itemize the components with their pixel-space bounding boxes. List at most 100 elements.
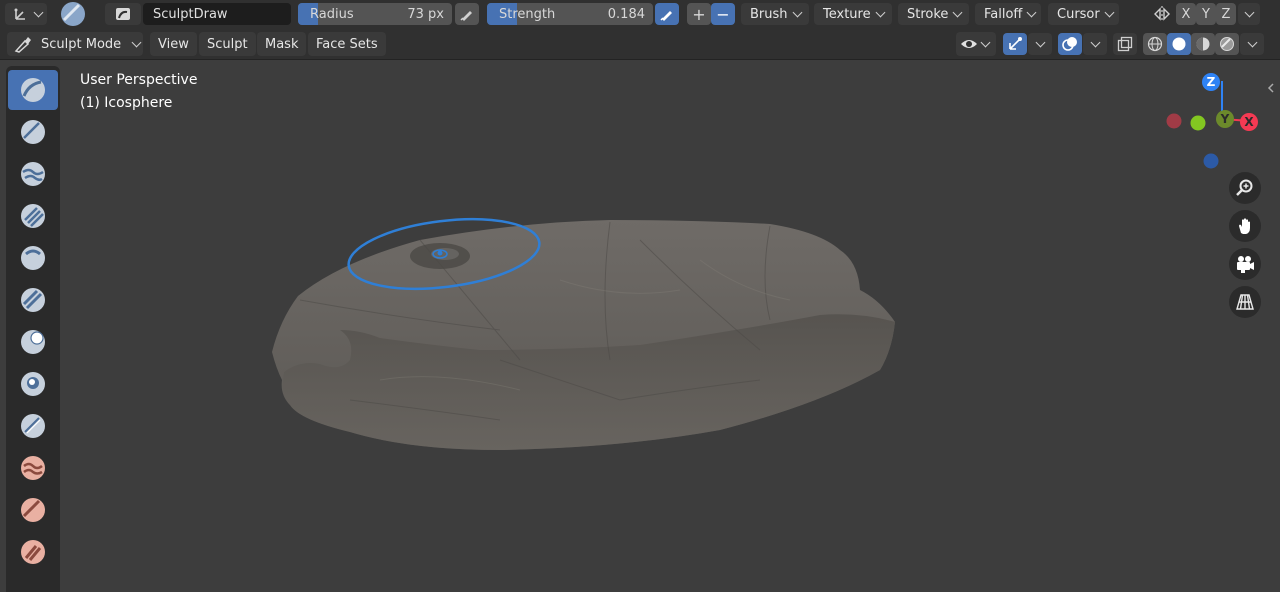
navigation-gizmo[interactable]: Z Y X: [1160, 69, 1260, 179]
perspective-toggle-button[interactable]: [1229, 286, 1261, 318]
shading-solid-button[interactable]: [1167, 33, 1191, 55]
direction-subtract-button[interactable]: −: [711, 3, 735, 25]
zoom-button[interactable]: [1229, 172, 1261, 204]
pen-pressure-icon: [660, 11, 672, 21]
stroke-menu-label: Stroke: [907, 6, 949, 22]
solid-sphere-icon: [1172, 37, 1186, 51]
symmetry-x-toggle[interactable]: X: [1176, 3, 1196, 25]
mode-selector[interactable]: Sculpt Mode: [7, 32, 143, 56]
mode-label: Sculpt Mode: [41, 36, 122, 52]
subtract-symbol: −: [716, 4, 730, 24]
grid-perspective-icon: [1236, 294, 1254, 310]
sidebar-toggle-arrow[interactable]: [1264, 81, 1278, 95]
tool-shelf: [6, 66, 60, 592]
direction-add-button[interactable]: +: [687, 3, 711, 25]
gizmo-x-axis[interactable]: X: [1240, 113, 1258, 131]
tool-inflate[interactable]: [8, 322, 58, 362]
xray-toggle[interactable]: [1113, 33, 1137, 55]
cursor-menu-button[interactable]: Cursor: [1048, 3, 1119, 25]
mask-menu[interactable]: Mask: [257, 32, 307, 56]
brush-menu-button[interactable]: Brush: [741, 3, 809, 25]
active-object-label: (1) Icosphere: [80, 95, 173, 111]
symmetry-z-label: Z: [1221, 6, 1231, 22]
sculpt-menu[interactable]: Sculpt: [199, 32, 256, 56]
gizmo-z-axis[interactable]: Z: [1202, 73, 1220, 91]
view-menu[interactable]: View: [150, 32, 197, 56]
gizmo-dropdown[interactable]: [1028, 33, 1052, 55]
visibility-dropdown[interactable]: [956, 32, 996, 56]
texture-menu-button[interactable]: Texture: [814, 3, 892, 25]
tool-clay-thumb[interactable]: [8, 238, 58, 278]
hand-icon: [1239, 218, 1250, 234]
chevron-down-icon: [131, 37, 142, 47]
chevron-down-icon: [1244, 7, 1254, 17]
blob-brush-icon: [21, 372, 45, 396]
tool-clay-strips[interactable]: [8, 196, 58, 236]
editor-type-button[interactable]: [5, 3, 47, 25]
falloff-menu-button[interactable]: Falloff: [975, 3, 1041, 25]
shading-dropdown[interactable]: [1240, 33, 1264, 55]
overlays-icon: [1062, 37, 1077, 51]
radius-slider[interactable]: Radius 73 px: [298, 3, 452, 25]
symmetry-icon: [1152, 5, 1172, 23]
draw-sharp-brush-icon: [21, 120, 45, 144]
strength-value: 0.184: [607, 6, 645, 22]
wireframe-sphere-icon: [1147, 36, 1163, 52]
tool-crease[interactable]: [8, 406, 58, 446]
chevron-down-icon: [1104, 7, 1115, 17]
shading-wireframe-button[interactable]: [1143, 33, 1167, 55]
tool-draw[interactable]: [8, 70, 58, 110]
symmetry-y-toggle[interactable]: Y: [1196, 3, 1216, 25]
face-sets-menu[interactable]: Face Sets: [308, 32, 386, 56]
flatten-brush-icon: [21, 498, 45, 522]
layer-brush-icon: [21, 288, 45, 312]
shading-rendered-button[interactable]: [1215, 33, 1239, 55]
strength-slider[interactable]: Strength 0.184: [487, 3, 653, 25]
face-sets-menu-label: Face Sets: [316, 36, 378, 52]
sculpt-mesh[interactable]: [0, 61, 1280, 592]
radius-label: Radius: [310, 6, 354, 22]
tool-blob[interactable]: [8, 364, 58, 404]
brush-name-field[interactable]: SculptDraw: [143, 3, 291, 25]
brush-browse-button[interactable]: [105, 3, 141, 25]
3d-viewport[interactable]: User Perspective (1) Icosphere Z Y X: [0, 61, 1280, 592]
brush-menu-label: Brush: [750, 6, 788, 22]
falloff-menu-label: Falloff: [984, 6, 1023, 22]
tool-fill[interactable]: [8, 532, 58, 572]
strength-pressure-button[interactable]: [655, 3, 679, 25]
tool-flatten[interactable]: [8, 490, 58, 530]
tool-layer[interactable]: [8, 280, 58, 320]
chevron-down-icon: [875, 7, 886, 17]
symmetry-x-label: X: [1181, 6, 1191, 22]
tool-draw-sharp[interactable]: [8, 112, 58, 152]
zoom-icon: [1236, 179, 1253, 196]
symmetry-options-dropdown[interactable]: [1238, 3, 1260, 25]
pan-button[interactable]: [1229, 210, 1261, 242]
strength-label: Strength: [499, 6, 556, 22]
gizmo-y-axis[interactable]: Y: [1216, 110, 1234, 128]
gizmo-toggle[interactable]: [1003, 33, 1027, 55]
tool-smooth[interactable]: [8, 448, 58, 488]
tool-settings-header: SculptDraw Radius 73 px Strength 0.184 +…: [0, 0, 1280, 28]
texture-menu-label: Texture: [823, 6, 871, 22]
stroke-menu-button[interactable]: Stroke: [898, 3, 969, 25]
radius-value: 73 px: [407, 6, 444, 22]
tool-clay[interactable]: [8, 154, 58, 194]
brush-name: SculptDraw: [153, 6, 228, 22]
radius-pressure-button[interactable]: [455, 3, 479, 25]
gizmo-x-label: X: [1244, 115, 1254, 129]
overlays-dropdown[interactable]: [1083, 33, 1107, 55]
symmetry-z-toggle[interactable]: Z: [1216, 3, 1236, 25]
view-menu-label: View: [158, 36, 189, 52]
sculpt-mode-icon: [14, 37, 31, 53]
brush-preview-icon[interactable]: [60, 1, 86, 27]
shading-material-button[interactable]: [1191, 33, 1215, 55]
overlays-toggle[interactable]: [1058, 33, 1082, 55]
camera-view-button[interactable]: [1229, 248, 1261, 280]
crease-brush-icon: [21, 414, 45, 438]
draw-brush-icon: [21, 78, 45, 102]
chevron-down-icon: [792, 7, 802, 17]
chevron-down-icon: [1247, 37, 1257, 47]
add-symbol: +: [692, 4, 706, 24]
inflate-brush-icon: [21, 330, 45, 354]
